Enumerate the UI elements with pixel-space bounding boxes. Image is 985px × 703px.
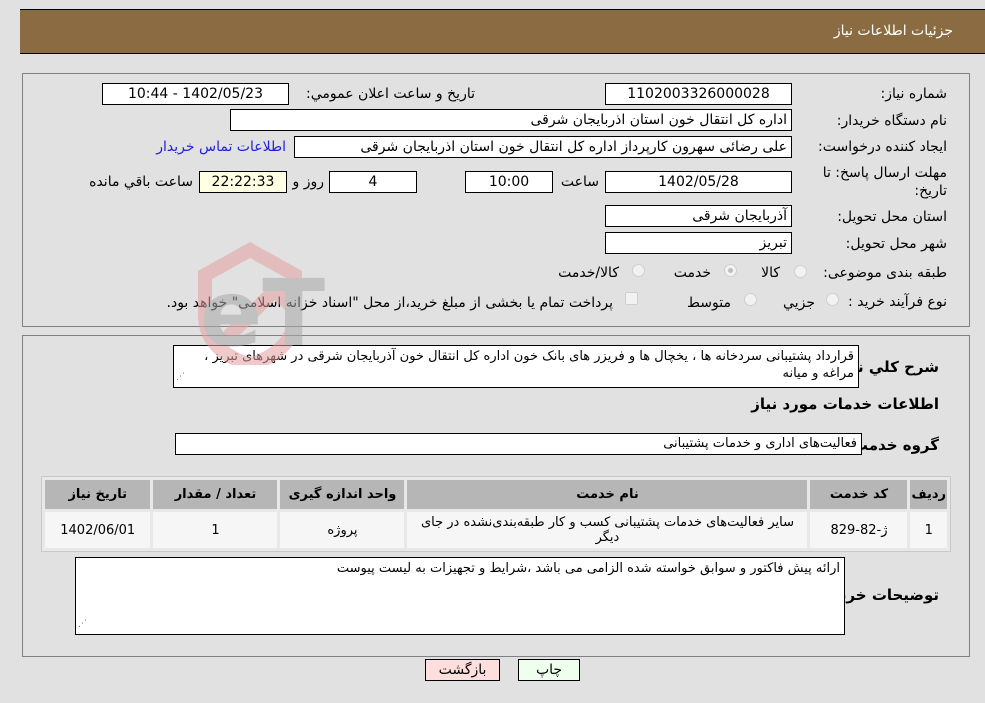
- category-radio-goods-service[interactable]: [632, 264, 645, 277]
- col-index: ردیف: [910, 480, 947, 509]
- deadline-time-field[interactable]: 10:00: [465, 171, 553, 193]
- page-title: جزئیات اطلاعات نیاز: [833, 23, 953, 39]
- announce-datetime-field[interactable]: 1402/05/23 - 10:44: [102, 83, 289, 105]
- need-number-label: شماره نیاز:: [880, 86, 948, 102]
- cell-unit: پروژه: [280, 512, 405, 548]
- deadline-date-field[interactable]: 1402/05/28: [605, 171, 792, 193]
- buyer-org-label: نام دستگاه خریدار:: [836, 113, 947, 129]
- cell-index: 1: [910, 512, 947, 548]
- col-need-date: تاریخ نیاز: [45, 480, 151, 509]
- cell-quantity: 1: [153, 512, 278, 548]
- col-unit: واحد اندازه گیری: [280, 480, 405, 509]
- requester-field[interactable]: علی رضائی سهرون کارپرداز اداره کل انتقال…: [294, 136, 792, 158]
- service-group-field[interactable]: فعالیت‌های اداری و خدمات پشتیبانی: [175, 433, 862, 455]
- deadline-time-label: ساعت: [560, 174, 599, 190]
- table-header-row: ردیف کد خدمت نام خدمت واحد اندازه گیری ت…: [45, 480, 947, 509]
- category-option-service: خدمت: [673, 265, 711, 281]
- treasury-note: پرداخت تمام یا بخشی از مبلغ خرید،از محل …: [166, 295, 613, 311]
- days-remaining-field[interactable]: 4: [329, 171, 417, 193]
- process-label: نوع فرآیند خرید :: [848, 294, 947, 310]
- process-radio-medium[interactable]: [744, 293, 757, 306]
- resize-grip-icon[interactable]: ⋰: [176, 369, 185, 386]
- services-section-title: اطلاعات خدمات مورد نیاز: [751, 395, 939, 413]
- services-table: ردیف کد خدمت نام خدمت واحد اندازه گیری ت…: [41, 476, 951, 552]
- col-name: نام خدمت: [407, 480, 808, 509]
- page-header: جزئیات اطلاعات نیاز: [20, 9, 985, 54]
- buyer-notes-textarea[interactable]: ارائه پیش فاکتور و سوابق خواسته شده الزا…: [75, 557, 845, 635]
- buyer-org-field[interactable]: اداره کل انتقال خون استان اذربایجان شرقی: [230, 109, 792, 131]
- resize-grip-icon[interactable]: ⋰: [78, 616, 87, 633]
- province-field[interactable]: آذربایجان شرقی: [605, 205, 792, 227]
- col-code: کد خدمت: [810, 480, 908, 509]
- col-quantity: تعداد / مقدار: [153, 480, 278, 509]
- deadline-label-line1: مهلت ارسال پاسخ: تا: [822, 165, 947, 181]
- category-radio-service[interactable]: [724, 264, 737, 277]
- print-button[interactable]: چاپ: [518, 659, 580, 681]
- cell-need-date: 1402/06/01: [45, 512, 151, 548]
- description-text: قرارداد پشتیبانی سردخانه ها ، یخچال ها و…: [204, 349, 854, 381]
- buyer-notes-text: ارائه پیش فاکتور و سوابق خواسته شده الزا…: [336, 561, 840, 576]
- deadline-label-line2: تاریخ:: [914, 183, 947, 199]
- cell-name: سایر فعالیت‌های خدمات پشتیبانی کسب و کار…: [407, 512, 808, 548]
- category-option-goods-service: کالا/خدمت: [558, 265, 619, 281]
- need-number-field[interactable]: 1102003326000028: [605, 83, 792, 105]
- announce-label: تاریخ و ساعت اعلان عمومي:: [306, 86, 475, 102]
- days-label: روز و: [292, 174, 325, 190]
- category-label: طبقه بندی موضوعی:: [823, 265, 947, 281]
- city-field[interactable]: تبریز: [605, 232, 792, 254]
- back-button[interactable]: بازگشت: [425, 659, 500, 681]
- deadline-label: مهلت ارسال پاسخ: تا تاریخ:: [823, 164, 947, 200]
- services-panel: شرح کلي نیاز: قرارداد پشتیبانی سردخانه ه…: [22, 335, 970, 657]
- process-option-minor: جزیي: [783, 295, 815, 311]
- requester-label: ایجاد کننده درخواست:: [818, 139, 947, 155]
- process-radio-minor[interactable]: [826, 293, 839, 306]
- category-option-goods: کالا: [761, 265, 780, 281]
- remaining-time-label: ساعت باقي مانده: [89, 174, 193, 190]
- description-textarea[interactable]: قرارداد پشتیبانی سردخانه ها ، یخچال ها و…: [173, 345, 859, 388]
- details-panel: شماره نیاز: 1102003326000028 تاریخ و ساع…: [22, 73, 970, 327]
- category-radio-goods[interactable]: [794, 265, 807, 278]
- city-label: شهر محل تحویل:: [845, 236, 947, 252]
- process-option-medium: متوسط: [687, 295, 731, 311]
- treasury-checkbox[interactable]: [625, 292, 638, 305]
- cell-code: ژ-82-829: [810, 512, 908, 548]
- province-label: استان محل تحویل:: [837, 209, 947, 225]
- remaining-time-field: 22:22:33: [199, 171, 287, 193]
- buyer-contact-link[interactable]: اطلاعات تماس خریدار: [156, 139, 286, 155]
- table-row: 1 ژ-82-829 سایر فعالیت‌های خدمات پشتیبان…: [45, 512, 947, 548]
